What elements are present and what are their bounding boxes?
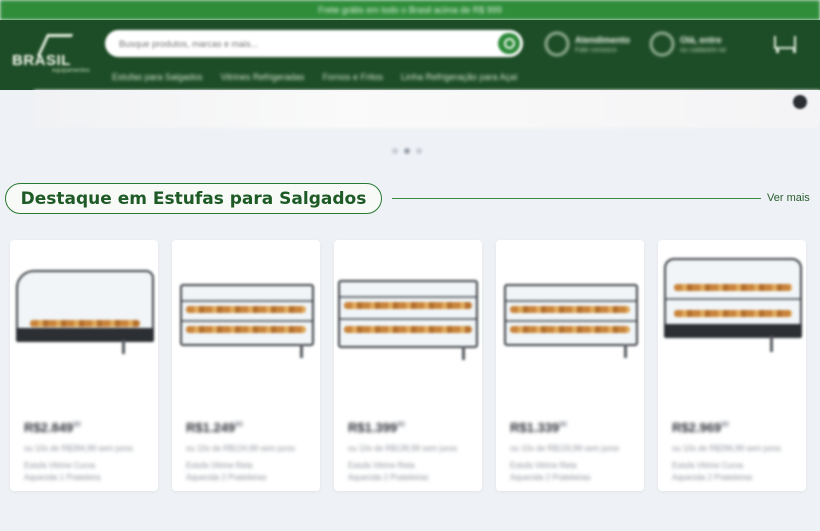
banner-next-icon[interactable]: [793, 95, 807, 109]
pagination-dot[interactable]: [392, 148, 398, 154]
nav-item[interactable]: Vitrines Refrigeradas: [221, 72, 305, 82]
banner-pagination: [392, 148, 422, 154]
account-title: Olá, entre: [680, 34, 722, 45]
section-title: Destaque em Estufas para Salgados: [20, 188, 367, 209]
product-card[interactable]: R$1.33990 ou 10x de R$133,99 sem juros E…: [496, 240, 644, 491]
search-bar: [105, 30, 523, 57]
product-image: [496, 240, 644, 390]
contact-link[interactable]: Atendimento Fale conosco: [545, 30, 630, 58]
product-card[interactable]: R$2.96990 ou 10x de R$296,99 sem juros E…: [658, 240, 806, 491]
category-nav: Estufas para Salgados Vitrines Refrigera…: [112, 72, 518, 82]
product-name-line2: Aquecida 2 Prateleiras: [186, 473, 267, 482]
product-installments: ou 10x de R$296,99 sem juros: [672, 444, 781, 453]
product-price: R$2.84990: [24, 420, 81, 435]
pagination-dot[interactable]: [416, 148, 422, 154]
product-image: [334, 240, 482, 390]
product-name-line1: Estufa Vitrine Reta: [510, 461, 577, 470]
product-image: [658, 240, 806, 390]
product-price: R$2.96990: [672, 420, 729, 435]
product-installments: ou 10x de R$124,99 sem juros: [186, 444, 295, 453]
product-name-line2: Aquecida 2 Prateleiras: [672, 473, 753, 482]
product-image: [172, 240, 320, 390]
product-card[interactable]: R$1.24990 ou 10x de R$124,99 sem juros E…: [172, 240, 320, 491]
product-installments: ou 10x de R$284,99 sem juros: [24, 444, 133, 453]
section-divider: [392, 198, 761, 199]
logo-subtitle: equipamentos: [52, 68, 90, 74]
product-card[interactable]: R$2.84990 ou 10x de R$284,99 sem juros E…: [10, 240, 158, 491]
search-button[interactable]: [498, 33, 520, 54]
promo-bar: Frete grátis em todo o Brasil acima de R…: [0, 0, 820, 20]
see-more-link[interactable]: Ver mais: [767, 192, 810, 204]
contact-subtitle: Fale conosco: [575, 46, 617, 54]
pagination-dot-active[interactable]: [404, 148, 410, 154]
product-name-line2: Aquecida 2 Prateleiras: [510, 473, 591, 482]
product-name-line1: Estufa Vitrine Curva: [672, 461, 743, 470]
product-card[interactable]: R$1.39990 ou 10x de R$139,99 sem juros E…: [334, 240, 482, 491]
section-title-pill: Destaque em Estufas para Salgados: [5, 183, 382, 214]
search-input[interactable]: [105, 30, 475, 57]
nav-item[interactable]: Linha Refrigeração para Açaí: [401, 72, 518, 82]
product-name-line2: Aquecida 1 Prateleira: [24, 473, 101, 482]
site-logo[interactable]: BRASIL equipamentos: [12, 34, 92, 74]
product-installments: ou 10x de R$133,99 sem juros: [510, 444, 619, 453]
account-subtitle: ou cadastre-se: [680, 46, 727, 54]
cart-icon[interactable]: [770, 32, 796, 54]
nav-item[interactable]: Fornos e Fritos: [322, 72, 383, 82]
product-price: R$1.33990: [510, 420, 567, 435]
product-image: [10, 240, 158, 390]
nav-item[interactable]: Estufas para Salgados: [112, 72, 203, 82]
product-price: R$1.24990: [186, 420, 243, 435]
phone-icon: [545, 32, 569, 56]
product-installments: ou 10x de R$139,99 sem juros: [348, 444, 457, 453]
site-header: BRASIL equipamentos Atendimento Fale con…: [0, 20, 820, 90]
product-name-line1: Estufa Vitrine Reta: [348, 461, 415, 470]
user-icon: [650, 32, 674, 56]
hero-banner[interactable]: [34, 90, 820, 128]
account-link[interactable]: Olá, entre ou cadastre-se: [650, 30, 726, 58]
product-price: R$1.39990: [348, 420, 405, 435]
promo-text: Frete grátis em todo o Brasil acima de R…: [318, 5, 502, 15]
product-name-line1: Estufa Vitrine Curva: [24, 461, 95, 470]
contact-title: Atendimento: [575, 34, 630, 45]
product-name-line1: Estufa Vitrine Reta: [186, 461, 253, 470]
product-name-line2: Aquecida 2 Prateleiras: [348, 473, 429, 482]
logo-word: BRASIL: [12, 52, 71, 69]
